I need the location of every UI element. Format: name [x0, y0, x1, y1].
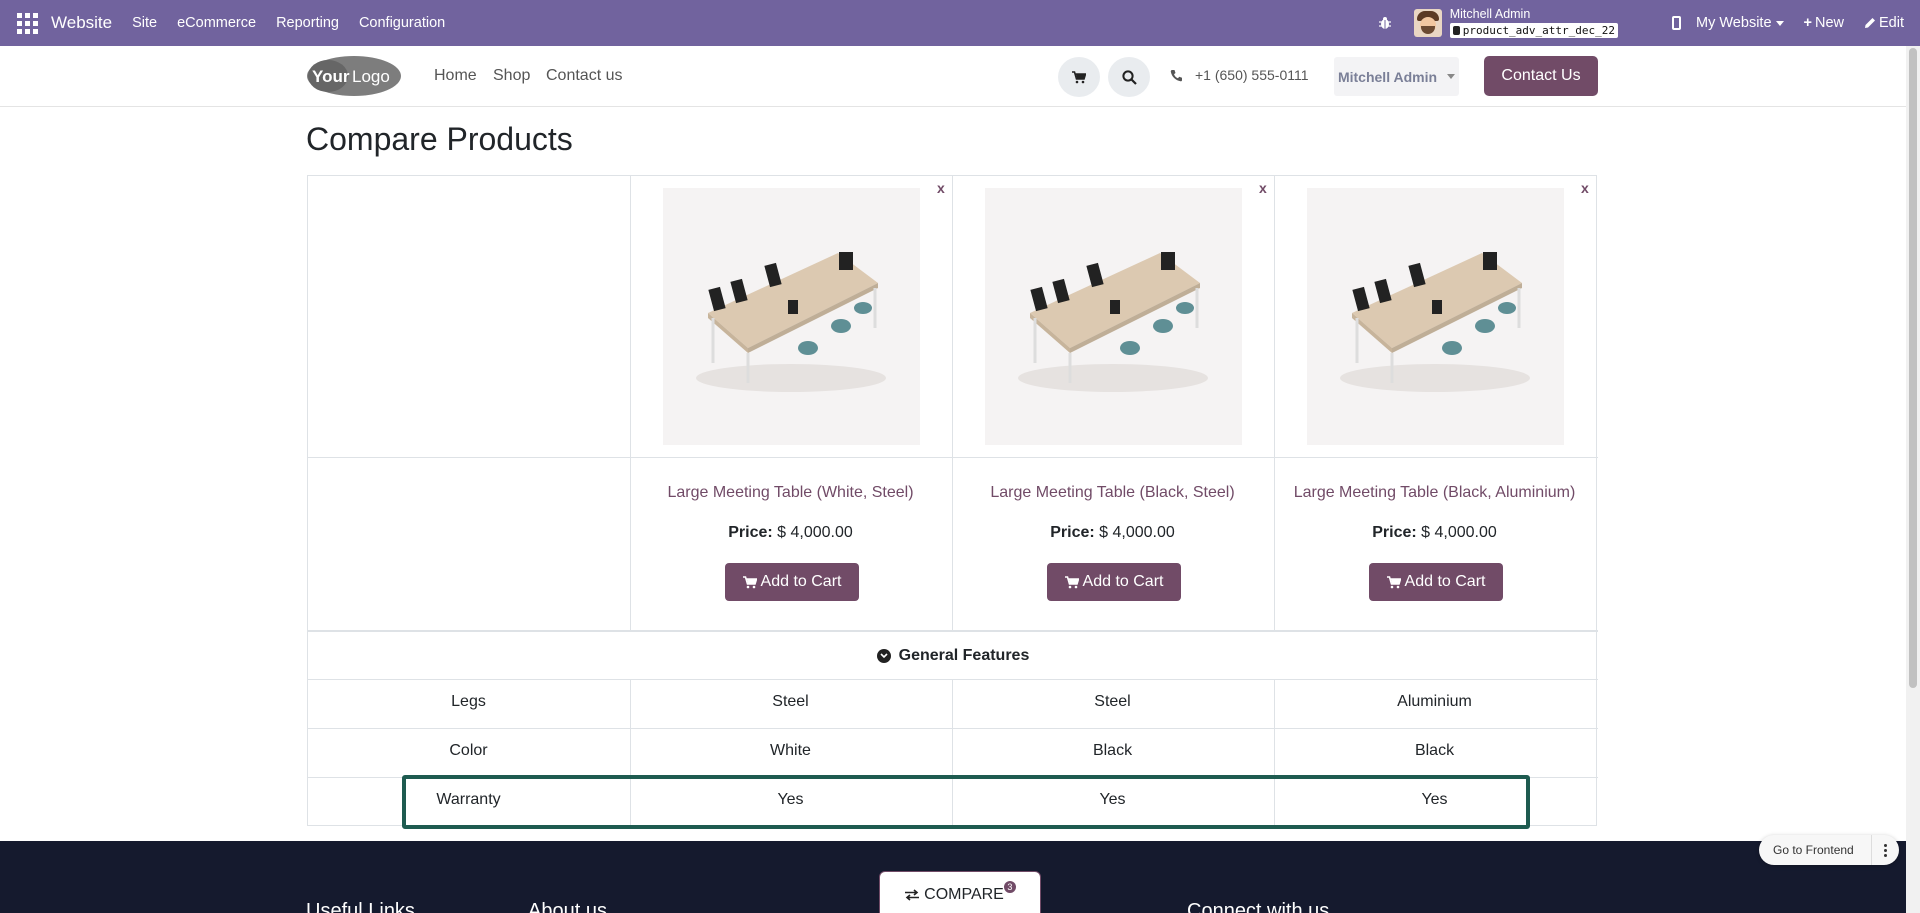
your-logo[interactable]: Your Logo	[306, 55, 402, 97]
contact-us-button[interactable]: Contact Us	[1484, 56, 1598, 96]
general-features-toggle[interactable]: General Features	[308, 630, 1598, 680]
menu-reporting[interactable]: Reporting	[276, 15, 339, 31]
search-button[interactable]	[1108, 57, 1150, 97]
price-value: $ 4,000.00	[777, 524, 853, 541]
user-dropdown[interactable]: Mitchell Admin	[1334, 57, 1459, 96]
nav-home[interactable]: Home	[434, 67, 477, 85]
website-switcher-label: My Website	[1696, 15, 1772, 31]
compare-button[interactable]: COMPARE 3	[879, 871, 1041, 913]
scrollbar-thumb[interactable]	[1909, 48, 1917, 688]
chevron-down-circle-icon	[876, 649, 891, 663]
pencil-icon	[1865, 18, 1875, 28]
footer-connect: Connect with us	[1187, 900, 1330, 913]
new-label: New	[1814, 15, 1844, 31]
search-icon	[1121, 69, 1137, 85]
remove-product-button[interactable]: x	[1259, 180, 1267, 196]
feature-value: Aluminium	[1397, 693, 1472, 710]
product-image[interactable]	[1307, 188, 1564, 445]
phone-link[interactable]: +1 (650) 555-0111	[1170, 67, 1309, 83]
mobile-preview-icon[interactable]	[1672, 16, 1682, 30]
user-menu[interactable]: Mitchell Admin product_adv_attr_dec_22	[1449, 7, 1619, 38]
add-to-cart-label: Add to Cart	[760, 573, 842, 590]
compare-table: x Large Meeting Table (White, Steel) Pri…	[307, 175, 1598, 826]
debug-bug-icon[interactable]	[1378, 16, 1392, 30]
add-to-cart-label: Add to Cart	[1404, 573, 1486, 590]
feature-label: Color	[449, 742, 488, 759]
price-label: Price:	[728, 524, 773, 541]
feature-value: Steel	[772, 693, 809, 710]
svg-text:Logo: Logo	[352, 67, 390, 86]
nav-contact-us[interactable]: Contact us	[546, 67, 622, 85]
cart-icon	[1386, 575, 1401, 588]
menu-ecommerce[interactable]: eCommerce	[177, 15, 256, 31]
database-badge: product_adv_attr_dec_22	[1449, 22, 1619, 38]
footer-about-us: About us	[528, 900, 607, 913]
product-price: Price: $ 4,000.00	[630, 524, 951, 542]
remove-product-button[interactable]: x	[1581, 180, 1589, 196]
page-title: Compare Products	[306, 121, 573, 157]
meeting-table-image	[1018, 252, 1208, 392]
user-avatar[interactable]	[1413, 9, 1442, 37]
compare-count-badge: 3	[1003, 881, 1016, 893]
chevron-down-icon	[1447, 74, 1456, 79]
cart-button[interactable]	[1058, 57, 1100, 97]
apps-menu-icon[interactable]	[17, 12, 39, 34]
product-name-link[interactable]: Large Meeting Table (Black, Aluminium)	[1274, 484, 1595, 502]
edit-button[interactable]: Edit	[1864, 15, 1904, 31]
cart-icon	[742, 575, 757, 588]
product-price: Price: $ 4,000.00	[952, 524, 1273, 542]
website-switcher[interactable]: My Website	[1696, 15, 1784, 31]
price-value: $ 4,000.00	[1421, 524, 1497, 541]
feature-label: Legs	[451, 693, 486, 710]
app-brand[interactable]: Website	[51, 13, 112, 33]
product-image[interactable]	[985, 188, 1242, 445]
user-dropdown-label: Mitchell Admin	[1337, 68, 1438, 85]
price-label: Price:	[1372, 524, 1417, 541]
menu-configuration[interactable]: Configuration	[359, 15, 445, 31]
menu-site[interactable]: Site	[132, 15, 157, 31]
cart-icon	[1064, 575, 1079, 588]
admin-navbar: Website Site eCommerce Reporting Configu…	[0, 0, 1920, 46]
price-value: $ 4,000.00	[1099, 524, 1175, 541]
cart-icon	[1072, 70, 1086, 83]
kebab-menu-icon[interactable]	[1871, 835, 1899, 865]
warranty-highlight	[402, 775, 1530, 829]
add-to-cart-button[interactable]: Add to Cart	[1047, 563, 1181, 601]
user-name: Mitchell Admin	[1449, 7, 1531, 22]
add-to-cart-label: Add to Cart	[1082, 573, 1164, 590]
chevron-down-icon	[1775, 20, 1784, 26]
product-name-link[interactable]: Large Meeting Table (Black, Steel)	[952, 484, 1273, 502]
add-to-cart-button[interactable]: Add to Cart	[1369, 563, 1503, 601]
nav-shop[interactable]: Shop	[493, 67, 530, 85]
product-image[interactable]	[663, 188, 920, 445]
add-to-cart-button[interactable]: Add to Cart	[725, 563, 859, 601]
exchange-icon	[905, 889, 920, 901]
feature-value: Black	[1092, 742, 1133, 759]
database-icon	[1452, 25, 1460, 35]
product-name-link[interactable]: Large Meeting Table (White, Steel)	[630, 484, 951, 502]
go-to-frontend-label: Go to Frontend	[1773, 843, 1854, 857]
meeting-table-image	[1340, 252, 1530, 392]
remove-product-button[interactable]: x	[937, 180, 945, 196]
edit-label: Edit	[1879, 15, 1904, 31]
new-button[interactable]: + New	[1804, 15, 1844, 31]
svg-text:Your: Your	[312, 67, 350, 86]
compare-label: COMPARE	[924, 886, 1004, 903]
product-price: Price: $ 4,000.00	[1274, 524, 1595, 542]
feature-value: Steel	[1094, 693, 1131, 710]
phone-number: +1 (650) 555-0111	[1195, 67, 1309, 83]
footer-useful-links: Useful Links	[306, 900, 415, 913]
go-to-frontend-button[interactable]: Go to Frontend	[1759, 835, 1899, 865]
price-label: Price:	[1050, 524, 1095, 541]
website-header: Your Logo Home Shop Contact us +1 (650) …	[0, 46, 1906, 107]
feature-value: Black	[1414, 742, 1455, 759]
section-title: General Features	[898, 647, 1030, 664]
meeting-table-image	[696, 252, 886, 392]
phone-icon	[1170, 69, 1182, 81]
plus-icon: +	[1803, 15, 1812, 31]
database-name: product_adv_attr_dec_22	[1462, 23, 1616, 37]
feature-value: White	[770, 742, 811, 759]
